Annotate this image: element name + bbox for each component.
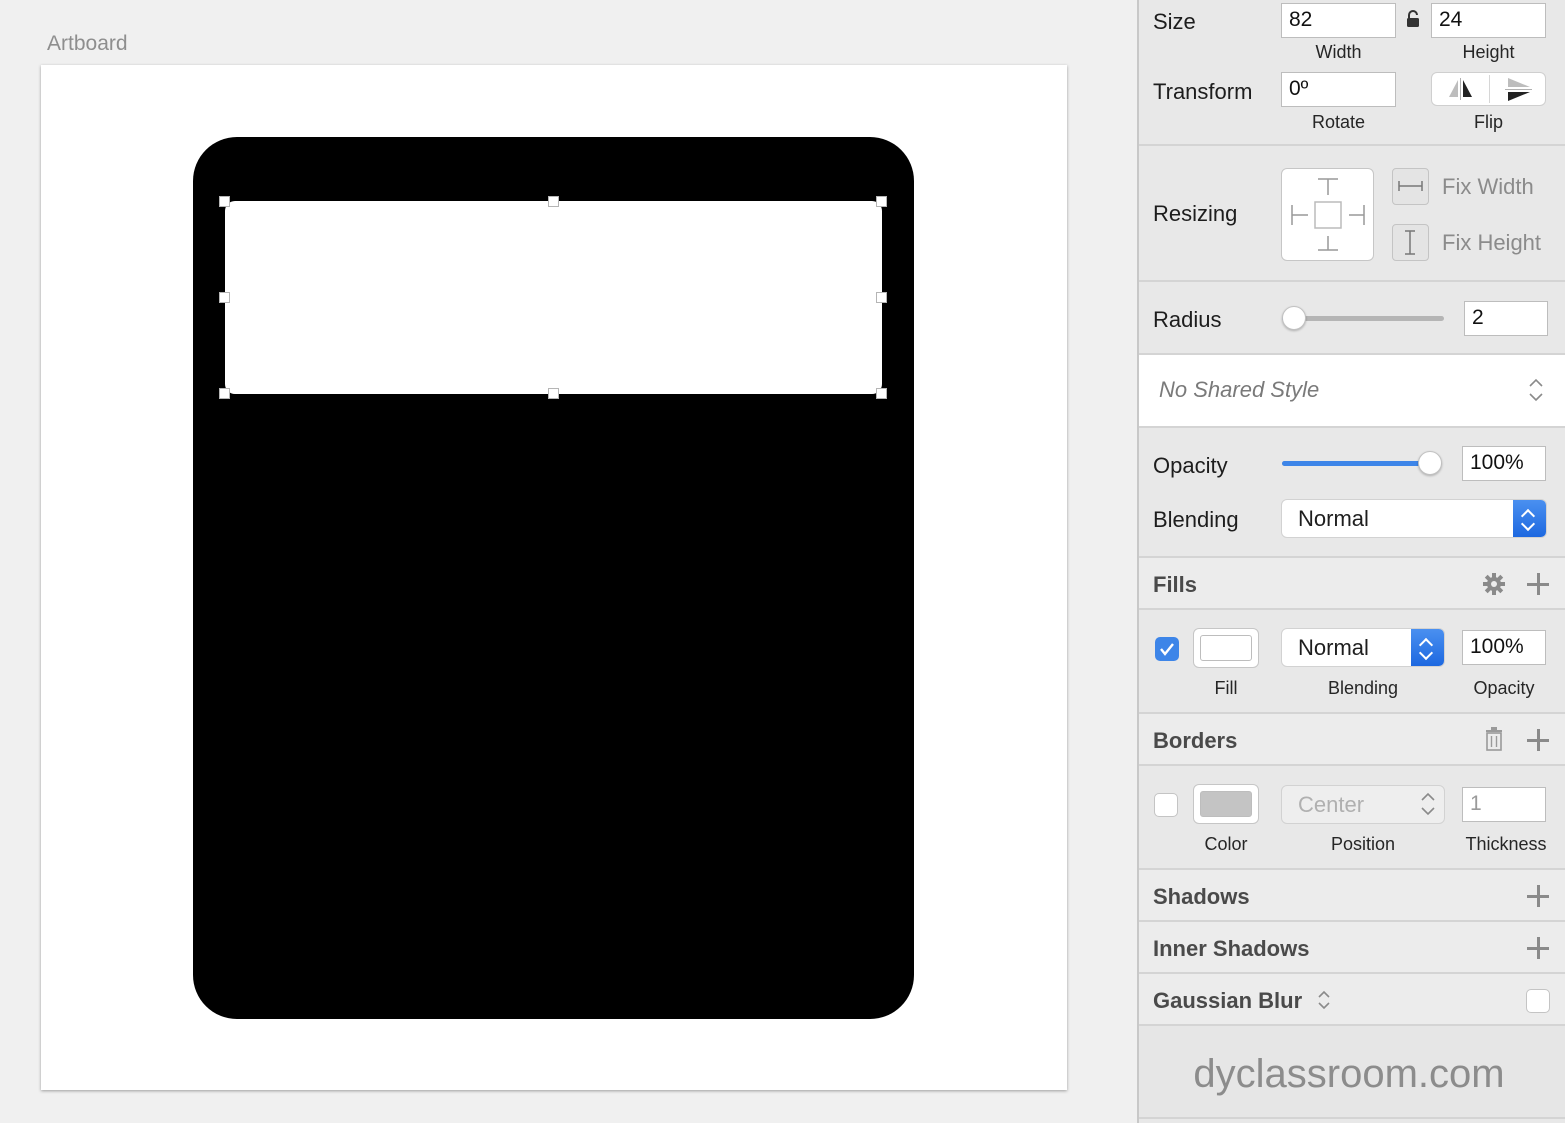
blending-value: Normal (1298, 506, 1369, 531)
border-thickness-label: Thickness (1465, 834, 1547, 854)
flip-label: Flip (1473, 112, 1503, 132)
resize-handle-bottom-right[interactable] (876, 388, 887, 399)
rotate-input[interactable]: 0º (1281, 72, 1396, 107)
resize-handle-top[interactable] (548, 196, 559, 207)
height-label: Height (1462, 42, 1515, 62)
up-down-chevron-icon[interactable] (1316, 988, 1332, 1017)
size-label: Size (1153, 9, 1196, 34)
radius-slider[interactable] (1282, 306, 1444, 330)
lock-icon[interactable] (1406, 10, 1420, 28)
shadows-header: Shadows (1139, 870, 1565, 922)
radius-section: Radius 2 (1139, 282, 1565, 355)
fills-title: Fills (1153, 572, 1198, 597)
radius-label: Radius (1153, 307, 1222, 332)
shadows-title: Shadows (1153, 884, 1250, 909)
opacity-label: Opacity (1153, 453, 1228, 478)
borders-title: Borders (1153, 728, 1238, 753)
add-inner-shadow-plus-icon[interactable] (1527, 937, 1549, 959)
fill-row: Normal 100% Fill Blending Opacity (1139, 610, 1565, 714)
canvas[interactable]: Artboard (0, 0, 1137, 1123)
fill-label: Fill (1214, 678, 1238, 698)
checkmark-icon (1160, 643, 1174, 656)
rotate-label: Rotate (1311, 112, 1366, 132)
gaussian-blur-title[interactable]: Gaussian Blur (1153, 988, 1302, 1014)
up-down-chevron-icon (1528, 377, 1544, 408)
shared-style-select[interactable]: No Shared Style (1159, 377, 1319, 403)
opacity-slider-fill (1282, 461, 1430, 466)
radius-slider-knob[interactable] (1282, 306, 1306, 330)
fill-enabled-checkbox[interactable] (1155, 637, 1179, 661)
border-position-select[interactable]: Center (1281, 785, 1445, 824)
gaussian-blur-checkbox[interactable] (1526, 989, 1550, 1013)
resize-handle-top-left[interactable] (219, 196, 230, 207)
flip-vertical-button[interactable] (1490, 73, 1547, 105)
resizing-label: Resizing (1153, 201, 1238, 226)
border-color-label: Color (1204, 834, 1248, 854)
border-color-swatch (1200, 791, 1252, 817)
blending-select[interactable]: Normal (1281, 499, 1547, 538)
blending-stepper[interactable] (1513, 500, 1546, 537)
inner-shadows-header: Inner Shadows (1139, 922, 1565, 974)
fix-width-button[interactable] (1392, 168, 1429, 205)
radius-input[interactable]: 2 (1464, 301, 1548, 336)
border-thickness-input[interactable]: 1 (1462, 787, 1546, 822)
opacity-slider[interactable] (1282, 451, 1442, 475)
size-transform-section: Size 82 24 Width Height Transform 0º Rot… (1139, 0, 1565, 146)
add-fill-plus-icon[interactable] (1527, 573, 1549, 595)
flip-horizontal-button[interactable] (1432, 73, 1489, 105)
artboard[interactable] (41, 65, 1067, 1090)
fills-header: Fills (1139, 558, 1565, 610)
transform-label: Transform (1153, 79, 1253, 104)
resize-handle-right[interactable] (876, 292, 887, 303)
add-border-plus-icon[interactable] (1527, 729, 1549, 751)
inspector-panel: Size 82 24 Width Height Transform 0º Rot… (1137, 0, 1565, 1123)
fill-blending-select[interactable]: Normal (1281, 628, 1445, 667)
fix-height-label[interactable]: Fix Height (1442, 230, 1541, 256)
fix-width-icon (1398, 181, 1423, 191)
resizing-constraints-widget[interactable] (1281, 168, 1374, 261)
add-shadow-plus-icon[interactable] (1527, 885, 1549, 907)
fill-color-well[interactable] (1193, 628, 1259, 668)
opacity-blending-section: Opacity 100% Blending Normal (1139, 428, 1565, 558)
fix-width-label[interactable]: Fix Width (1442, 174, 1534, 200)
artboard-label[interactable]: Artboard (47, 32, 128, 56)
gaussian-blur-header: Gaussian Blur (1139, 974, 1565, 1026)
watermark-text: dyclassroom.com (1193, 1052, 1505, 1096)
fill-blending-label: Blending (1327, 678, 1399, 698)
resize-handle-bottom[interactable] (548, 388, 559, 399)
resize-handle-left[interactable] (219, 292, 230, 303)
trash-icon[interactable] (1484, 727, 1504, 756)
opacity-input[interactable]: 100% (1462, 446, 1546, 481)
fix-height-icon (1405, 230, 1415, 255)
border-color-well[interactable] (1193, 784, 1259, 824)
border-enabled-checkbox[interactable] (1154, 793, 1178, 817)
fill-color-swatch (1200, 635, 1252, 661)
resizing-section: Resizing Fix Width Fix Height (1139, 146, 1565, 282)
up-down-chevron-icon (1420, 791, 1436, 823)
width-input[interactable]: 82 (1281, 3, 1396, 38)
width-label: Width (1315, 42, 1362, 62)
fill-blending-stepper[interactable] (1411, 629, 1444, 666)
selected-inner-rectangle[interactable] (225, 201, 882, 394)
resize-handle-top-right[interactable] (876, 196, 887, 207)
fix-height-button[interactable] (1392, 224, 1429, 261)
shared-style-section[interactable]: No Shared Style (1139, 355, 1565, 428)
border-position-label: Position (1330, 834, 1396, 854)
flip-segmented-control (1431, 72, 1546, 106)
resize-handle-bottom-left[interactable] (219, 388, 230, 399)
fill-opacity-input[interactable]: 100% (1462, 630, 1546, 665)
border-position-value: Center (1298, 792, 1365, 817)
height-input[interactable]: 24 (1431, 3, 1546, 38)
gear-icon[interactable] (1482, 572, 1506, 601)
fill-opacity-label: Opacity (1473, 678, 1535, 698)
opacity-slider-knob[interactable] (1418, 451, 1442, 475)
inner-shadows-title: Inner Shadows (1153, 936, 1310, 961)
border-row: Center 1 Color Position Thickness (1139, 766, 1565, 870)
fill-blending-value: Normal (1298, 635, 1369, 660)
watermark-area: dyclassroom.com (1139, 1026, 1565, 1119)
borders-header: Borders (1139, 714, 1565, 766)
blending-label: Blending (1153, 507, 1239, 532)
